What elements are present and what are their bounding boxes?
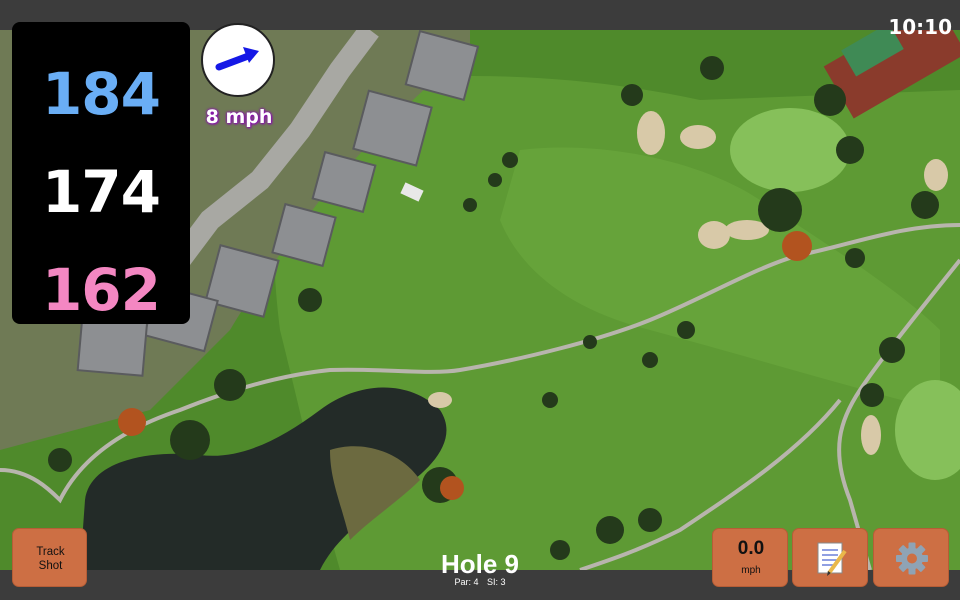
gear-icon (896, 542, 928, 575)
notepad-icon (817, 542, 847, 576)
settings-button[interactable] (873, 528, 949, 587)
distance-panel: 184 174 162 (12, 22, 190, 324)
middle-of-green-distance: 174 (41, 158, 161, 226)
wind-speed-label: 8 mph (205, 106, 273, 128)
track-shot-button[interactable]: Track Shot (12, 528, 87, 587)
stroke-index-label: SI: 3 (487, 577, 506, 587)
speed-value: 0.0 (737, 538, 765, 559)
speed-unit: mph (741, 565, 761, 576)
notes-button[interactable] (792, 528, 868, 587)
hole-meta: Par: 4 SI: 3 (380, 577, 580, 587)
golf-gps-app: 10:10 184 174 162 8 mph Track Shot Hole … (0, 0, 960, 600)
wind-indicator (201, 23, 275, 97)
front-of-green-distance: 162 (41, 256, 161, 324)
track-shot-label-line1: Track (36, 546, 65, 558)
speed-button[interactable]: 0.0 mph (712, 528, 788, 587)
back-of-green-distance: 184 (41, 60, 161, 128)
clock: 10:10 (888, 15, 952, 39)
track-shot-label-line2: Shot (38, 560, 63, 572)
par-label: Par: 4 (454, 577, 479, 587)
wind-arrow-icon (215, 47, 259, 71)
hole-title: Hole 9 (440, 549, 520, 579)
